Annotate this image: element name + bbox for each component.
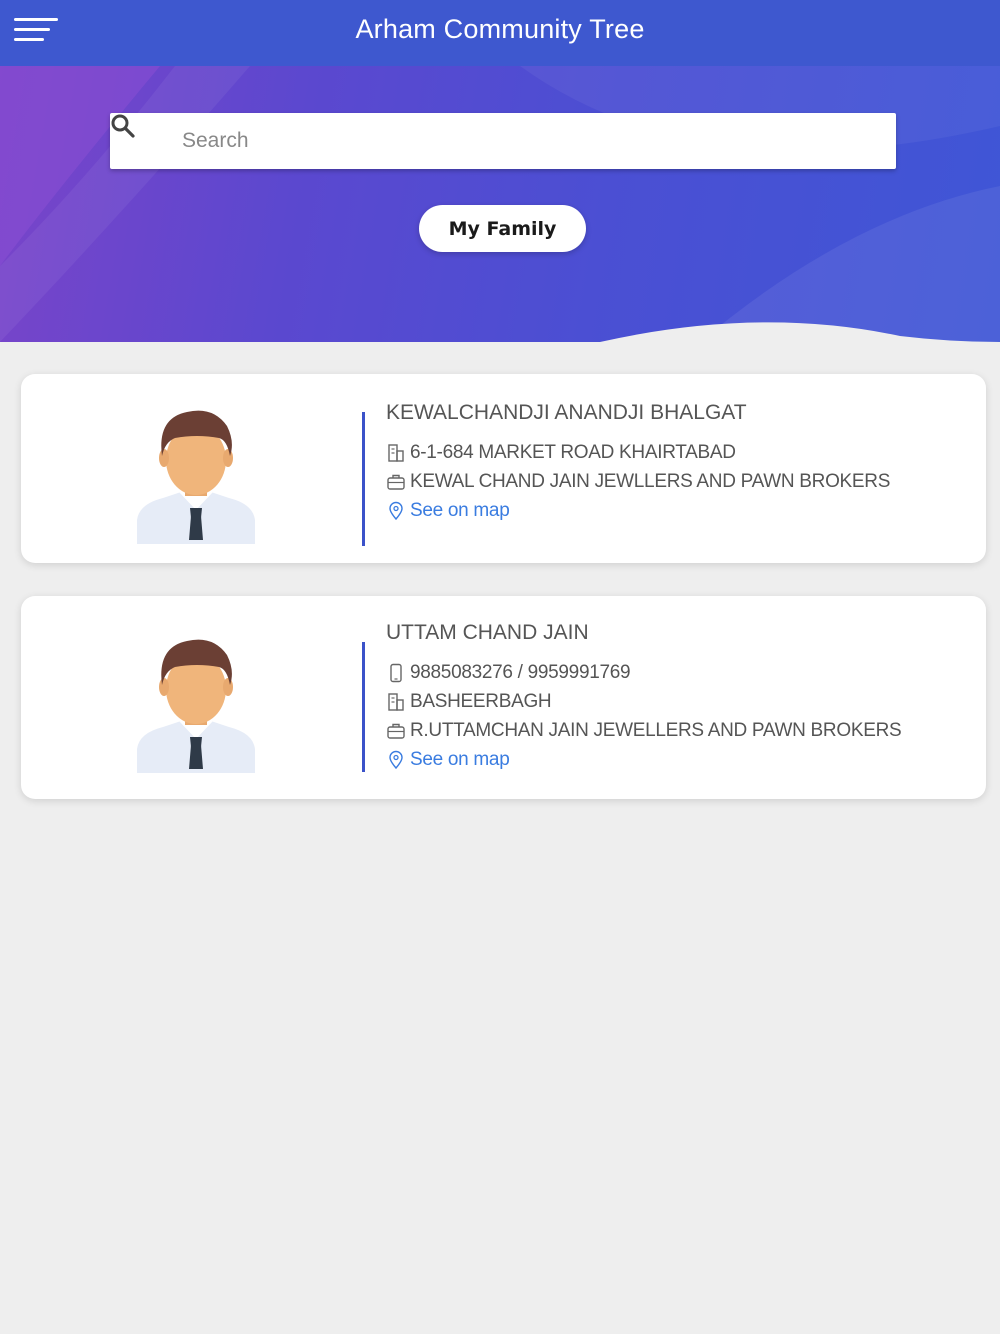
search-bar[interactable] — [110, 113, 896, 169]
member-address: 6-1-684 MARKET ROAD KHAIRTABAD — [410, 441, 736, 463]
location-pin-icon — [389, 501, 403, 520]
member-info: KEWALCHANDJI ANANDJI BHALGAT 6-1-684 MAR… — [386, 400, 966, 525]
member-info: UTTAM CHAND JAIN 9885083276 / 9959991769… — [386, 620, 966, 774]
app-header: Arham Community Tree — [0, 0, 1000, 66]
card-divider — [362, 642, 365, 772]
briefcase-icon — [387, 474, 405, 490]
search-icon — [111, 114, 135, 138]
hero-background-waves — [0, 66, 1000, 342]
business-row: KEWAL CHAND JAIN JEWLLERS AND PAWN BROKE… — [386, 467, 966, 496]
map-row[interactable]: See on map — [386, 745, 966, 774]
card-divider — [362, 412, 365, 546]
phone-row: 9885083276 / 9959991769 — [386, 658, 966, 687]
hero-banner: My Family — [0, 66, 1000, 342]
member-business: KEWAL CHAND JAIN JEWLLERS AND PAWN BROKE… — [410, 470, 891, 492]
see-on-map-link[interactable]: See on map — [410, 749, 510, 771]
member-business: R.UTTAMCHAN JAIN JEWELLERS AND PAWN BROK… — [410, 719, 902, 741]
building-icon — [388, 692, 404, 711]
see-on-map-link[interactable]: See on map — [410, 500, 510, 522]
member-card[interactable]: KEWALCHANDJI ANANDJI BHALGAT 6-1-684 MAR… — [21, 374, 986, 563]
mobile-phone-icon — [390, 663, 402, 682]
building-icon — [388, 443, 404, 462]
avatar-icon — [137, 639, 255, 773]
location-pin-icon — [389, 750, 403, 769]
my-family-button[interactable]: My Family — [419, 205, 586, 252]
member-phone: 9885083276 / 9959991769 — [410, 661, 631, 683]
briefcase-icon — [387, 723, 405, 739]
app-title: Arham Community Tree — [355, 14, 645, 44]
search-input[interactable] — [182, 113, 882, 169]
business-row: R.UTTAMCHAN JAIN JEWELLERS AND PAWN BROK… — [386, 716, 966, 745]
address-row: BASHEERBAGH — [386, 687, 966, 716]
map-row[interactable]: See on map — [386, 496, 966, 525]
member-address: BASHEERBAGH — [410, 690, 552, 712]
avatar-icon — [137, 410, 255, 544]
member-name: KEWALCHANDJI ANANDJI BHALGAT — [386, 401, 747, 424]
address-row: 6-1-684 MARKET ROAD KHAIRTABAD — [386, 438, 966, 467]
member-card[interactable]: UTTAM CHAND JAIN 9885083276 / 9959991769… — [21, 596, 986, 799]
member-name: UTTAM CHAND JAIN — [386, 621, 589, 644]
